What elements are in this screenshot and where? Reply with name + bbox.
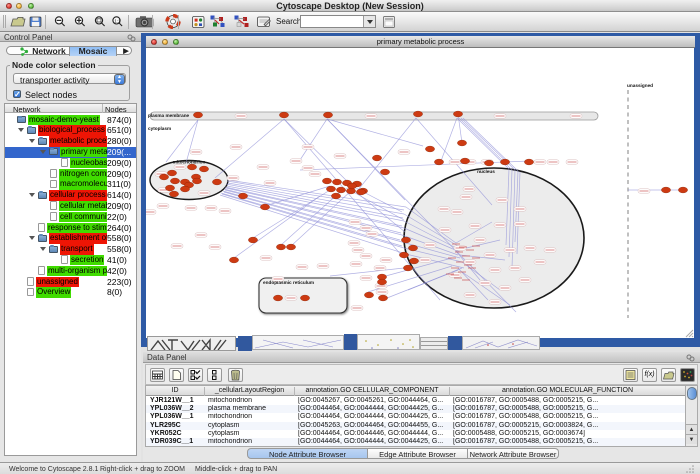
svg-text:cytoplasm: cytoplasm xyxy=(148,126,171,131)
svg-text:plasma membrane: plasma membrane xyxy=(148,113,190,118)
svg-text:endoplasmic reticulum: endoplasmic reticulum xyxy=(263,280,314,285)
svg-text:nucleus: nucleus xyxy=(477,169,495,174)
svg-text:1:1: 1:1 xyxy=(114,18,121,23)
svg-text:mitochondrion: mitochondrion xyxy=(173,160,206,165)
svg-text:unassigned: unassigned xyxy=(627,83,653,88)
